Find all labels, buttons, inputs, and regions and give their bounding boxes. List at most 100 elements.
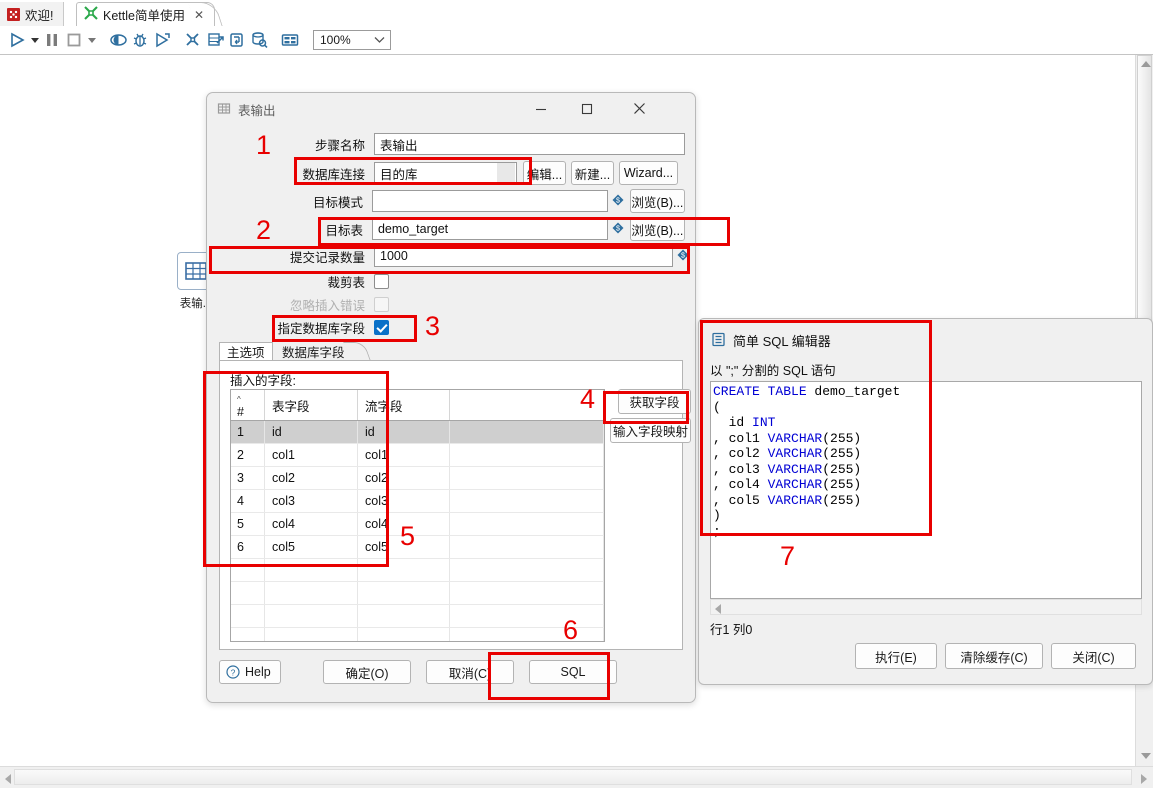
sql-scroll-left-arrow-icon[interactable] [715, 604, 721, 614]
truncate-table-checkbox[interactable] [374, 274, 389, 289]
db-connection-combo-arrow-icon[interactable] [497, 163, 515, 183]
run-icon[interactable] [6, 29, 28, 51]
step-name-label: 步骤名称 [314, 138, 365, 153]
sql-execute-button[interactable]: 执行(E) [855, 643, 937, 669]
specify-db-fields-checkbox[interactable] [374, 320, 389, 335]
table-row-empty[interactable] [231, 627, 604, 641]
step-name-input[interactable]: 表输出 [374, 133, 685, 155]
cell-stream-field[interactable]: col1 [357, 443, 450, 467]
table-row-empty[interactable] [231, 558, 604, 582]
wizard-connection-button[interactable]: Wizard... [619, 161, 678, 185]
cell-table-field[interactable]: id [264, 420, 358, 444]
db-connection-combobox[interactable]: 目的库 [374, 162, 517, 184]
dialog-maximize-button[interactable] [565, 93, 609, 124]
canvas-horizontal-scrollbar[interactable] [0, 766, 1153, 788]
metrics-icon[interactable] [204, 29, 226, 51]
cell-stream-field[interactable]: col2 [357, 466, 450, 490]
table-output-dialog: 表输出 步骤名称 表输出 数据库连接 目的库 编辑... 新建... Wizar… [206, 92, 696, 703]
table-row[interactable]: 1 id id [231, 420, 604, 444]
sql-statement-text: CREATE TABLE demo_target ( id INT , col1… [713, 384, 901, 539]
get-fields-button[interactable]: 获取字段 [618, 389, 691, 414]
cell-stream-field[interactable]: col5 [357, 535, 450, 559]
dialog-title-text: 表输出 [238, 104, 276, 118]
ignore-insert-errors-checkbox [374, 297, 389, 312]
stop-icon[interactable] [63, 29, 85, 51]
target-table-input[interactable]: demo_target [371, 218, 608, 240]
column-header-table-field[interactable]: 表字段 [264, 390, 358, 421]
fields-table: ^ # 表字段 流字段 1 id id 2 col1 col1 3 col2 col2 4 col3… [231, 390, 604, 641]
cell-table-field[interactable]: col4 [264, 512, 358, 536]
field-row-commit-size: 提交记录数量 1000 $ [219, 245, 697, 267]
scroll-down-arrow-icon[interactable] [1141, 753, 1151, 759]
ignore-insert-errors-label: 忽略插入错误 [289, 299, 365, 313]
cell-stream-field[interactable]: col3 [357, 489, 450, 513]
table-row[interactable]: 5 col4 col4 [231, 512, 604, 536]
replay-icon[interactable] [151, 29, 173, 51]
db-explore-icon[interactable] [248, 29, 270, 51]
field-row-specify-db-fields: 指定数据库字段 [219, 318, 519, 337]
stop-dropdown-caret-icon[interactable] [85, 29, 98, 51]
scroll-up-arrow-icon[interactable] [1141, 61, 1151, 67]
variable-diamond-icon[interactable]: $ [612, 194, 624, 209]
cell-table-field[interactable]: col2 [264, 466, 358, 490]
cell-empty [357, 581, 450, 605]
cell-row-index: 4 [231, 489, 265, 513]
scroll-right-arrow-icon[interactable] [1141, 774, 1147, 784]
variable-diamond-icon-3[interactable]: $ [677, 249, 689, 264]
cell-table-field[interactable]: col5 [264, 535, 358, 559]
preview-icon[interactable] [107, 29, 129, 51]
tab-welcome[interactable]: 欢迎! [0, 2, 65, 26]
scroll-left-arrow-icon[interactable] [5, 774, 11, 784]
cell-empty [231, 627, 265, 641]
db-connection-value: 目的库 [380, 167, 418, 182]
simple-sql-editor-window: 简单 SQL 编辑器 以 ";" 分割的 SQL 语句 CREATE TABLE… [698, 318, 1153, 685]
tab-welcome-label: 欢迎! [25, 8, 54, 23]
run-dropdown-caret-icon[interactable] [28, 29, 41, 51]
dialog-minimize-button[interactable] [519, 93, 563, 124]
tab-database-fields[interactable]: 数据库字段 [275, 342, 352, 360]
sql-button[interactable]: SQL [529, 660, 617, 684]
sql-editor-icon [711, 332, 726, 350]
logging-icon[interactable] [226, 29, 248, 51]
cell-stream-field[interactable]: id [357, 420, 450, 444]
table-row[interactable]: 6 col5 col5 [231, 535, 604, 559]
sql-close-button[interactable]: 关闭(C) [1051, 643, 1136, 669]
browse-schema-button[interactable]: 浏览(B)... [629, 189, 685, 213]
tab-main-options[interactable]: 主选项 [219, 342, 273, 360]
insert-fields-grid[interactable]: ^ # 表字段 流字段 1 id id 2 col1 col1 3 col2 col2 4 col3… [230, 389, 605, 642]
ok-button[interactable]: 确定(O) [323, 660, 411, 684]
sql-horizontal-scrollbar[interactable] [710, 599, 1142, 615]
help-button[interactable]: ? Help [219, 660, 281, 684]
edit-connection-button[interactable]: 编辑... [523, 161, 566, 185]
input-field-mapping-button[interactable]: 输入字段映射 [610, 418, 691, 443]
browse-table-button[interactable]: 浏览(B)... [629, 217, 685, 241]
sql-clear-cache-button[interactable]: 清除缓存(C) [945, 643, 1043, 669]
target-schema-input[interactable] [371, 190, 608, 212]
debug-icon[interactable] [129, 29, 151, 51]
inner-tab-curve [350, 342, 376, 360]
table-row-empty[interactable] [231, 604, 604, 628]
cell-empty [264, 627, 358, 641]
table-row[interactable]: 3 col2 col2 [231, 466, 604, 490]
column-header-stream-field[interactable]: 流字段 [357, 390, 450, 421]
cell-empty [357, 604, 450, 628]
commit-size-input[interactable]: 1000 [374, 245, 673, 267]
column-header-index[interactable]: ^ # [231, 390, 265, 421]
cell-table-field[interactable]: col3 [264, 489, 358, 513]
grid-icon[interactable] [279, 29, 301, 51]
sql-statement-textarea[interactable]: CREATE TABLE demo_target ( id INT , col1… [710, 381, 1142, 599]
pause-icon[interactable] [41, 29, 63, 51]
zoom-level-combobox[interactable]: 100% [313, 30, 391, 50]
cancel-button[interactable]: 取消(C) [426, 660, 514, 684]
cell-table-field[interactable]: col1 [264, 443, 358, 467]
new-connection-button[interactable]: 新建... [571, 161, 614, 185]
cell-empty [449, 581, 604, 605]
table-row[interactable]: 4 col3 col3 [231, 489, 604, 513]
horizontal-scroll-thumb[interactable] [14, 769, 1132, 785]
variable-diamond-icon-2[interactable]: $ [612, 222, 624, 237]
table-row-empty[interactable] [231, 581, 604, 605]
cell-stream-field[interactable]: col4 [357, 512, 450, 536]
transformation-icon[interactable] [182, 29, 204, 51]
dialog-close-button[interactable] [617, 93, 661, 124]
table-row[interactable]: 2 col1 col1 [231, 443, 604, 467]
